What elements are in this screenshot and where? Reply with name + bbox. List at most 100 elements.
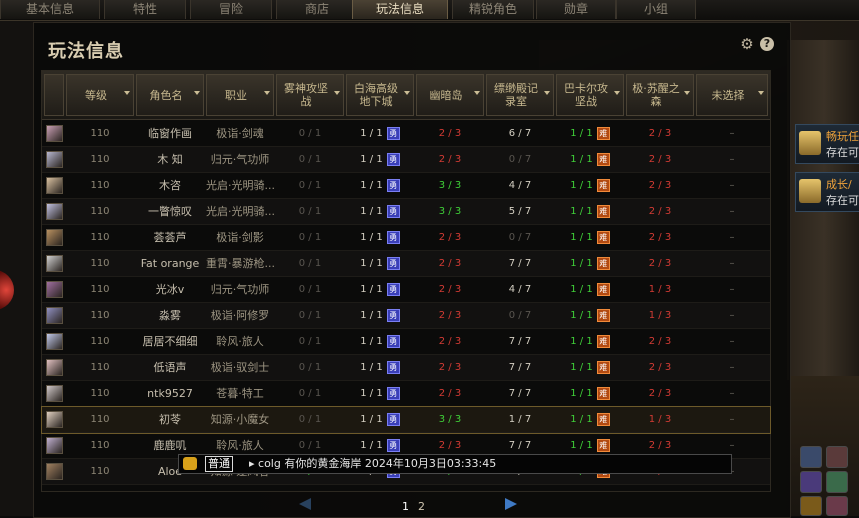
table-row[interactable]: 110 临窗作画 极诣·剑魂 0 / 11 / 1勇2 / 36 / 71 / 1难2…	[42, 121, 770, 147]
cell-value: 3 / 3	[438, 414, 462, 425]
cell-value: 知源·小魔女	[210, 413, 270, 426]
cell-name: 一瞥惊叹	[136, 199, 204, 224]
cell-c7: –	[696, 329, 768, 354]
brave-badge-icon: 勇	[386, 178, 400, 192]
tab-1[interactable]: 基本信息	[0, 0, 100, 19]
cell-value: –	[729, 388, 735, 399]
table-row[interactable]: 110 光冰v 归元·气功师 0 / 11 / 1勇2 / 34 / 71 / 1难1…	[42, 277, 770, 303]
cell-value: 极诣·驭剑士	[210, 361, 270, 374]
column-header-8[interactable]: 巴卡尔攻坚战	[556, 74, 624, 116]
cell-value: –	[729, 232, 735, 243]
cell-value: 0 / 1	[298, 258, 322, 269]
column-header-5[interactable]: 白海高级地下城	[346, 74, 414, 116]
page-2-link[interactable]: 2	[418, 500, 425, 513]
cell-value: 2 / 3	[438, 128, 462, 139]
avatar	[46, 307, 63, 324]
side-card-title: 畅玩任	[826, 130, 859, 143]
column-header-6[interactable]: 幽暗岛	[416, 74, 484, 116]
cell-c7: –	[696, 355, 768, 380]
tab-bar: 基本信息 特性 冒险 商店 玩法信息 精锐角色 勋章 小组	[0, 0, 859, 21]
side-card-growth[interactable]: 成长/ 存在可	[795, 172, 859, 212]
notification-icon[interactable]	[826, 446, 848, 468]
table-row[interactable]: 110 淼雾 极诣·阿修罗 0 / 11 / 1勇2 / 30 / 71 / 1难1 …	[42, 303, 770, 329]
cell-value: 110	[90, 362, 110, 373]
page-1-link[interactable]: 1	[402, 500, 409, 513]
column-header-9[interactable]: 极·苏醒之森	[626, 74, 694, 116]
cell-value: 2 / 3	[438, 232, 462, 243]
column-header-1[interactable]: 等级	[66, 74, 134, 116]
table-row[interactable]: 110 Fat orange 重霄·暴游枪... 0 / 11 / 1勇2 / 37 …	[42, 251, 770, 277]
cell-value: 110	[90, 414, 110, 425]
cell-name: 淼雾	[136, 303, 204, 328]
cell-c2: 1 / 1勇	[346, 121, 414, 146]
tab-6[interactable]: 精锐角色	[452, 0, 534, 19]
hard-badge-icon: 难	[596, 126, 610, 140]
tab-8[interactable]: 小组	[616, 0, 696, 19]
cell-job: 知源·小魔女	[206, 407, 274, 432]
column-header-3[interactable]: 职业	[206, 74, 274, 116]
table-row[interactable]: 110 木 知归元·气功师 0 / 11 / 1勇2 / 30 / 71 / 1难2…	[42, 147, 770, 173]
tab-2[interactable]: 特性	[104, 0, 186, 19]
side-card-quest[interactable]: 畅玩任 存在可	[795, 124, 859, 164]
cell-value: 2 / 3	[438, 336, 462, 347]
sort-arrow-icon	[614, 91, 620, 95]
column-header-10[interactable]: 未选择	[696, 74, 768, 116]
table-row[interactable]: 110 初苓 知源·小魔女 0 / 11 / 1勇3 / 31 / 71 / 1难1 …	[41, 406, 771, 434]
gear-icon[interactable]: ⚙	[740, 37, 754, 52]
table-row[interactable]: 110 荟荟芦 极诣·剑影 0 / 11 / 1勇2 / 30 / 71 / 1难2 …	[42, 225, 770, 251]
cell-job: 归元·气功师	[206, 147, 274, 172]
character-shortcut-icon[interactable]	[800, 446, 822, 468]
gem-icon[interactable]	[800, 471, 822, 493]
daily-icon[interactable]	[800, 496, 822, 516]
cell-value: 0 / 1	[298, 284, 322, 295]
tab-5[interactable]: 玩法信息	[352, 0, 448, 19]
avatar	[46, 203, 63, 220]
cell-value: –	[729, 284, 735, 295]
cell-value: 低语声	[153, 361, 187, 374]
table-row[interactable]: 110 木咨 光启·光明骑... 0 / 11 / 1勇3 / 34 / 71 / 1…	[42, 173, 770, 199]
cell-value: 110	[90, 206, 110, 217]
tab-3[interactable]: 冒险	[190, 0, 272, 19]
column-header-label: 白海高级地下城	[354, 82, 398, 108]
cell-c2: 1 / 1勇	[346, 277, 414, 302]
scroll-icon	[799, 131, 821, 155]
cell-value: 0 / 7	[508, 310, 532, 321]
column-header-4[interactable]: 雾神攻坚战	[276, 74, 344, 116]
cell-c3: 3 / 3	[416, 173, 484, 198]
cell-c6: 2 / 3	[626, 251, 694, 276]
cell-level: 110	[66, 303, 134, 328]
brave-badge-icon: 勇	[386, 230, 400, 244]
next-page-button[interactable]	[505, 498, 517, 510]
cell-value: 2 / 3	[438, 258, 462, 269]
chat-channel-icon	[183, 457, 197, 470]
cell-c6: 1 / 3	[626, 407, 694, 432]
cell-value: 极诣·剑魂	[216, 127, 264, 140]
tab-4[interactable]: 商店	[276, 0, 358, 19]
column-header-2[interactable]: 角色名	[136, 74, 204, 116]
column-header-7[interactable]: 缥缈殿记录室	[486, 74, 554, 116]
cell-value: 1 / 1	[570, 414, 593, 425]
chat-message: ▸ colg 有你的黄金海岸 2024年10月3日03:33:45	[249, 457, 497, 470]
prev-page-button[interactable]	[299, 498, 311, 510]
cell-value: 110	[90, 336, 110, 347]
help-icon[interactable]: ?	[760, 37, 774, 51]
cell-value: 7 / 7	[508, 336, 532, 347]
page-title: 玩法信息	[48, 41, 124, 62]
table-row[interactable]: 110 低语声 极诣·驭剑士 0 / 11 / 1勇2 / 37 / 71 / 1难2…	[42, 355, 770, 381]
tab-7[interactable]: 勋章	[536, 0, 616, 19]
gift-icon[interactable]	[826, 471, 848, 493]
avatar-shortcut-icon[interactable]	[826, 496, 848, 516]
table-row[interactable]: 110 居居不细细 聆风·旅人 0 / 11 / 1勇2 / 37 / 71 / 1难…	[42, 329, 770, 355]
sort-arrow-icon	[544, 91, 550, 95]
cell-value: 1 / 1	[570, 180, 593, 191]
cell-value: 5 / 7	[508, 206, 532, 217]
cell-value: 1 / 1	[360, 232, 383, 243]
cell-value: 1 / 1	[570, 336, 593, 347]
table-row[interactable]: 110 一瞥惊叹 光启·光明骑... 0 / 11 / 1勇3 / 35 / 71 /…	[42, 199, 770, 225]
character-table: 等级 角色名 职业 雾神攻坚战 白海高级地下城 幽暗岛 缥缈殿记录室 巴卡尔攻坚战 极·苏醒之森…	[41, 70, 771, 492]
side-card-title: 成长/	[826, 178, 852, 191]
cell-value: 0 / 1	[298, 336, 322, 347]
cell-value: 荟荟芦	[153, 231, 187, 244]
table-row[interactable]: 110 ntk9527 苍暮·特工 0 / 11 / 1勇2 / 37 / 71 / …	[42, 381, 770, 407]
cell-value: 3 / 3	[438, 206, 462, 217]
